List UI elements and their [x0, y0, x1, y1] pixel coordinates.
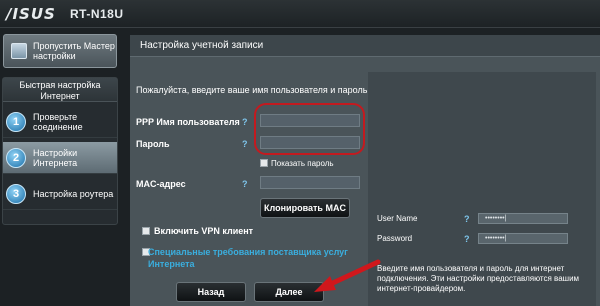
skip-wizard-button[interactable]: Пропустить Мастер настройки [3, 34, 117, 68]
info-password-label: Password [377, 234, 413, 243]
info-username-field: ••••••••| [478, 213, 568, 224]
step-label: Проверьте соединение [33, 111, 83, 132]
help-icon: ? [464, 234, 470, 244]
ppp-username-label: PPP Имя пользователя [136, 117, 240, 127]
info-username-label: User Name [377, 214, 418, 223]
step-1-icon: 1 [6, 111, 26, 132]
top-bar: /ISUS RT-N18U [0, 0, 600, 28]
help-icon: ? [464, 214, 470, 224]
quick-setup-title: Быстрая настройка Интернет [3, 78, 117, 102]
main-panel: Настройка учетной записи Пожалуйста, вве… [130, 35, 600, 306]
show-password-checkbox[interactable] [260, 159, 268, 167]
step-3-icon: 3 [6, 183, 26, 204]
step-check-connection[interactable]: 1 Проверьте соединение [3, 106, 117, 138]
help-icon[interactable]: ? [242, 179, 248, 189]
password-label: Пароль [136, 139, 170, 149]
mac-address-input[interactable] [260, 176, 360, 189]
mac-address-label: MAC-адрес [136, 179, 186, 189]
clone-mac-button[interactable]: Клонировать MAC [260, 198, 350, 218]
vpn-client-checkbox[interactable] [142, 227, 150, 235]
brand-logo: /ISUS [6, 5, 56, 23]
highlight-ring [254, 103, 365, 155]
info-password-field: ••••••••| [478, 233, 568, 244]
wizard-icon [11, 43, 27, 59]
help-icon[interactable]: ? [242, 117, 248, 127]
back-button[interactable]: Назад [176, 282, 246, 302]
step-label: Настройки Интернета [33, 147, 78, 168]
vpn-client-label: Включить VPN клиент [154, 226, 254, 236]
step-2-icon: 2 [6, 147, 26, 168]
step-router-settings[interactable]: 3 Настройка роутера [3, 178, 117, 210]
step-internet-settings[interactable]: 2 Настройки Интернета [3, 142, 117, 174]
info-description: Введите имя пользователя и пароль для ин… [377, 264, 580, 293]
help-icon[interactable]: ? [242, 139, 248, 149]
isp-requirements-link[interactable]: Специальные требования поставщика услуг … [148, 246, 368, 270]
sidebar: Пропустить Мастер настройки Быстрая наст… [0, 28, 120, 306]
instruction-text: Пожалуйста, введите ваше имя пользовател… [136, 85, 368, 95]
quick-setup-panel: Быстрая настройка Интернет 1 Проверьте с… [2, 77, 118, 225]
step-label: Настройка роутера [33, 188, 114, 199]
section-title: Настройка учетной записи [130, 35, 600, 57]
show-password-label: Показать пароль [271, 159, 334, 168]
next-button[interactable]: Далее [254, 282, 324, 302]
skip-wizard-label: Пропустить Мастер настройки [33, 41, 115, 61]
model-name: RT-N18U [70, 7, 124, 21]
